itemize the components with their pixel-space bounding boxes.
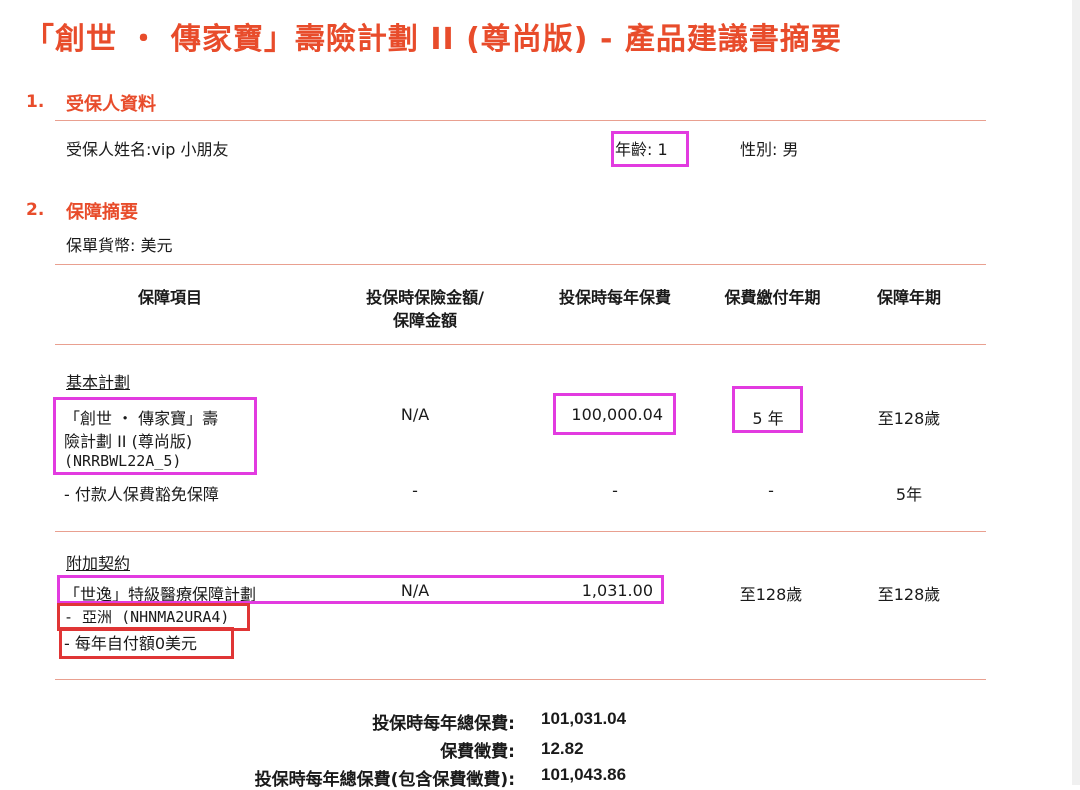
total-annual-label: 投保時每年總保費: (372, 714, 515, 734)
col-header-pay-term: 保費繳付年期 (724, 288, 821, 307)
section-2-number: 2. (26, 200, 45, 220)
basic-section-divider (55, 531, 986, 532)
basic-premium-highlight-box (553, 393, 676, 435)
col-header-sum-line1: 投保時保險金額/ (366, 288, 484, 307)
rider-section-divider (55, 679, 986, 680)
page-scrollbar[interactable] (1072, 0, 1080, 785)
rider-highlight-box (57, 575, 664, 604)
waiver-premium: - (612, 481, 618, 500)
total-annual-value: 101,031.04 (541, 709, 627, 728)
col-header-item: 保障項目 (137, 288, 202, 307)
pay-term-highlight-box (732, 386, 803, 433)
insured-name: 受保人姓名:vip 小朋友 (66, 140, 229, 159)
section-2-heading: 保障摘要 (66, 202, 138, 223)
basic-plan-cover-term: 至128歲 (877, 409, 941, 428)
rider-pay-term: 至128歲 (739, 585, 803, 604)
basic-plan-heading: 基本計劃 (66, 373, 131, 392)
rider-deductible-highlight-box (59, 627, 234, 659)
waiver-pay-term: - (768, 481, 774, 500)
col-header-sum-line2: 保障金額 (392, 311, 457, 330)
header-bottom-divider (55, 344, 986, 345)
col-header-cover-term: 保障年期 (876, 288, 941, 307)
levy-label: 保費徵費: (440, 742, 515, 762)
waiver-label: - 付款人保費豁免保障 (64, 485, 219, 504)
section-1-divider (55, 120, 986, 121)
table-top-divider (55, 264, 986, 265)
basic-plan-sum: N/A (400, 405, 430, 424)
section-1-number: 1. (26, 92, 45, 112)
col-header-premium: 投保時每年保費 (558, 288, 671, 307)
age-highlight-box (611, 131, 689, 167)
insured-gender: 性別: 男 (740, 140, 799, 159)
policy-currency: 保單貨幣: 美元 (66, 236, 173, 255)
waiver-cover-term: 5年 (895, 485, 923, 504)
rider-cover-term: 至128歲 (877, 585, 941, 604)
total-incl-levy-value: 101,043.86 (541, 765, 627, 784)
total-incl-levy-label: 投保時每年總保費(包含保費徵費): (254, 770, 515, 790)
rider-heading: 附加契約 (66, 554, 131, 573)
section-1-heading: 受保人資料 (66, 94, 156, 115)
waiver-sum: - (412, 481, 418, 500)
page-title: 「創世 ・ 傳家寶」壽險計劃 II (尊尚版) - 產品建議書摘要 (24, 22, 842, 57)
basic-plan-highlight-box (53, 397, 257, 475)
levy-value: 12.82 (541, 739, 584, 758)
